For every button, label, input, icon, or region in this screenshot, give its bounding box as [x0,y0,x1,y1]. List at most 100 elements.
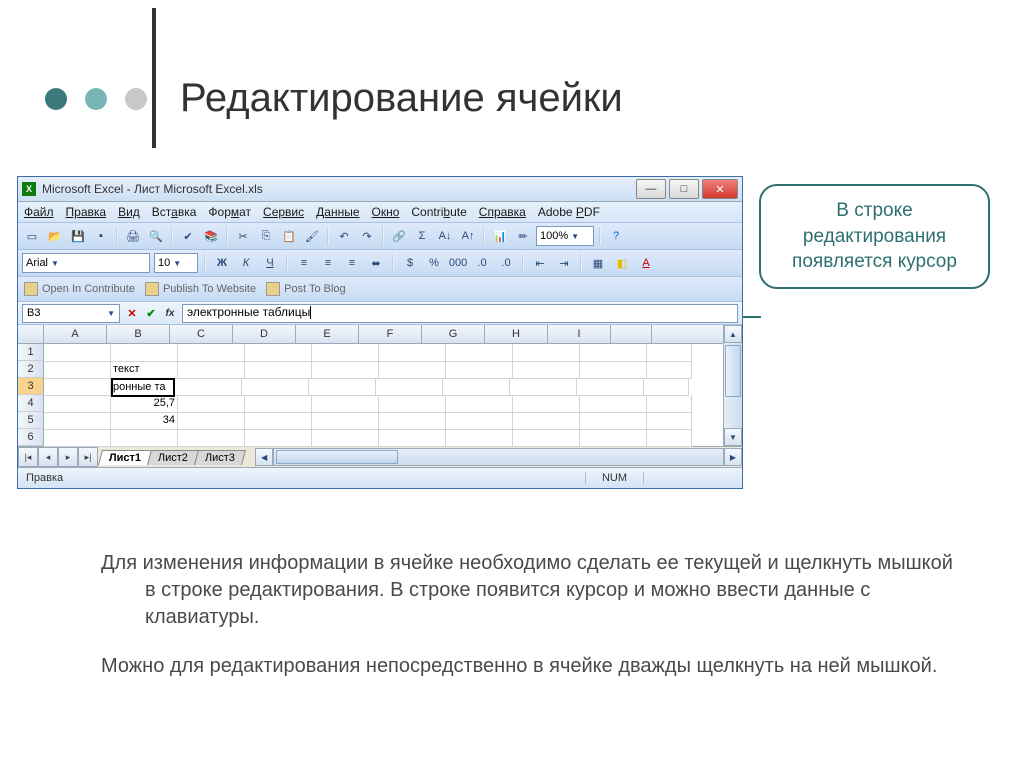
maximize-button[interactable]: □ [669,179,699,199]
tab-next-icon[interactable]: ▸ [58,447,78,467]
align-right-icon[interactable]: ≡ [342,253,362,273]
sheet-tab-3[interactable]: Лист3 [194,450,246,465]
sheet-tab-1[interactable]: Лист1 [98,450,152,465]
tab-last-icon[interactable]: ▸| [78,447,98,467]
scroll-thumb-h[interactable] [276,450,398,464]
cell-b2[interactable]: текст [111,361,178,379]
cell-b5[interactable]: 34 [111,412,178,430]
spell-icon[interactable]: ✔ [178,226,198,246]
col-header-f[interactable]: F [359,325,422,343]
underline-icon[interactable]: Ч [260,253,280,273]
col-header-e[interactable]: E [296,325,359,343]
open-contribute-button[interactable]: Open In Contribute [24,282,135,296]
hyperlink-icon[interactable]: 🔗 [389,226,409,246]
chart-icon[interactable]: 📊 [490,226,510,246]
name-box[interactable]: B3▼ [22,304,120,323]
menu-format[interactable]: Формат [208,205,251,219]
col-header-a[interactable]: A [44,325,107,343]
permission-icon[interactable]: ▪ [91,226,111,246]
menu-edit[interactable]: Правка [66,205,107,219]
preview-icon[interactable]: 🔍 [146,226,166,246]
increase-decimal-icon[interactable]: .0 [472,253,492,273]
row-header[interactable]: 1 [18,344,44,361]
col-header-g[interactable]: G [422,325,485,343]
minimize-button[interactable]: — [636,179,666,199]
align-center-icon[interactable]: ≡ [318,253,338,273]
horizontal-scrollbar[interactable]: ◀ ▶ [255,448,742,466]
menu-insert[interactable]: Вставка [152,205,197,219]
comma-icon[interactable]: 000 [448,253,468,273]
redo-icon[interactable]: ↷ [357,226,377,246]
scroll-left-icon[interactable]: ◀ [255,448,273,466]
row-header[interactable]: 4 [18,395,44,412]
menu-window[interactable]: Окно [372,205,400,219]
menu-data[interactable]: Данные [316,205,359,219]
titlebar[interactable]: X Microsoft Excel - Лист Microsoft Excel… [18,177,742,202]
slide-title: Редактирование ячейки [180,76,623,121]
formula-input[interactable]: электронные таблицы [182,304,738,323]
font-size-combo[interactable]: 10▼ [154,253,198,273]
merge-icon[interactable]: ⬌ [366,253,386,273]
menu-tools[interactable]: Сервис [263,205,304,219]
vertical-scrollbar[interactable]: ▲ ▼ [723,325,742,446]
tab-prev-icon[interactable]: ◂ [38,447,58,467]
row-header[interactable]: 5 [18,412,44,429]
select-all-corner[interactable] [18,325,44,343]
menu-help[interactable]: Справка [479,205,526,219]
format-painter-icon[interactable]: 🖌 [302,226,322,246]
col-header-h[interactable]: H [485,325,548,343]
close-button[interactable]: ✕ [702,179,738,199]
open-icon[interactable]: 📂 [45,226,65,246]
save-icon[interactable]: 💾 [68,226,88,246]
col-header-blank[interactable] [611,325,652,343]
cancel-icon[interactable]: ✕ [124,305,140,321]
menu-adobe[interactable]: Adobe PDF [538,205,600,219]
row-header[interactable]: 2 [18,361,44,378]
tab-first-icon[interactable]: |◂ [18,447,38,467]
new-doc-icon[interactable]: ▭ [22,226,42,246]
cell-b4[interactable]: 25,7 [111,395,178,413]
drawing-icon[interactable]: ✏ [513,226,533,246]
scroll-down-icon[interactable]: ▼ [724,428,742,446]
sheet-tab-2[interactable]: Лист2 [147,450,199,465]
enter-icon[interactable]: ✔ [143,305,159,321]
sort-desc-icon[interactable]: A↑ [458,226,478,246]
decrease-indent-icon[interactable]: ⇤ [530,253,550,273]
scroll-thumb-v[interactable] [725,345,741,397]
undo-icon[interactable]: ↶ [334,226,354,246]
menu-view[interactable]: Вид [118,205,140,219]
publish-website-button[interactable]: Publish To Website [145,282,256,296]
col-header-b[interactable]: B [107,325,170,343]
fx-icon[interactable]: fx [162,305,178,321]
align-left-icon[interactable]: ≡ [294,253,314,273]
print-icon[interactable]: 🖨 [123,226,143,246]
col-header-i[interactable]: I [548,325,611,343]
menu-file[interactable]: Файл [24,205,54,219]
borders-icon[interactable]: ▦ [588,253,608,273]
italic-icon[interactable]: К [236,253,256,273]
copy-icon[interactable]: ⎘ [256,226,276,246]
autosum-icon[interactable]: Σ [412,226,432,246]
bold-icon[interactable]: Ж [212,253,232,273]
sort-asc-icon[interactable]: A↓ [435,226,455,246]
increase-indent-icon[interactable]: ⇥ [554,253,574,273]
scroll-up-icon[interactable]: ▲ [724,325,742,343]
post-blog-button[interactable]: Post To Blog [266,282,346,296]
zoom-combo[interactable]: 100%▼ [536,226,594,246]
font-name-combo[interactable]: Arial▼ [22,253,150,273]
row-header[interactable]: 6 [18,429,44,446]
currency-icon[interactable]: $ [400,253,420,273]
paste-icon[interactable]: 📋 [279,226,299,246]
scroll-right-icon[interactable]: ▶ [724,448,742,466]
fill-color-icon[interactable]: ◧ [612,253,632,273]
col-header-d[interactable]: D [233,325,296,343]
menu-contribute[interactable]: Contribute [411,205,466,219]
row-header[interactable]: 3 [18,378,44,395]
help-icon[interactable]: ? [606,226,626,246]
percent-icon[interactable]: % [424,253,444,273]
decrease-decimal-icon[interactable]: .0 [496,253,516,273]
col-header-c[interactable]: C [170,325,233,343]
cut-icon[interactable]: ✂ [233,226,253,246]
font-color-icon[interactable]: A [636,253,656,273]
research-icon[interactable]: 📚 [201,226,221,246]
